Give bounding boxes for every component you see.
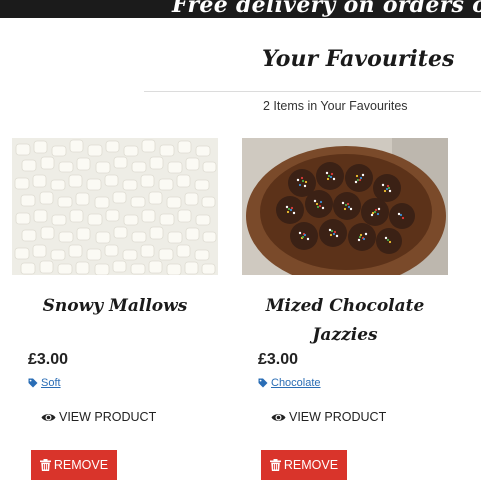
eye-icon: [271, 413, 286, 421]
product-name[interactable]: Snowy Mallows: [12, 292, 218, 348]
product-image-mized-chocolate-jazzies[interactable]: [242, 138, 448, 275]
favourites-count: 2 Items in Your Favourites: [263, 99, 408, 113]
product-price: £3.00: [28, 351, 69, 368]
product-name[interactable]: Mized Chocolate Jazzies: [242, 292, 448, 348]
promo-banner-text: Free delivery on orders over £: [172, 0, 481, 18]
view-product-link[interactable]: VIEW PRODUCT: [271, 410, 386, 424]
product-tag-label[interactable]: Soft: [41, 377, 61, 389]
product-tag-label[interactable]: Chocolate: [271, 377, 321, 389]
product-tag-link[interactable]: Soft: [28, 377, 61, 389]
page-title: Your Favourites: [262, 46, 455, 72]
view-product-label[interactable]: VIEW PRODUCT: [289, 410, 386, 424]
view-product-link[interactable]: VIEW PRODUCT: [41, 410, 156, 424]
promo-banner: Free delivery on orders over £: [0, 0, 481, 18]
product-price: £3.00: [258, 351, 299, 368]
remove-button[interactable]: REMOVE: [261, 450, 347, 480]
remove-label[interactable]: REMOVE: [54, 458, 108, 472]
marshmallow-photo-icon: [12, 138, 218, 275]
product-card: Mized Chocolate Jazzies £3.00 Chocolate …: [242, 138, 448, 480]
trash-icon: [39, 459, 51, 471]
eye-icon: [41, 413, 56, 421]
remove-button[interactable]: REMOVE: [31, 450, 117, 480]
chocolate-jazzies-photo-icon: [242, 138, 448, 275]
product-image-snowy-mallows[interactable]: [12, 138, 218, 275]
trash-icon: [269, 459, 281, 471]
view-product-label[interactable]: VIEW PRODUCT: [59, 410, 156, 424]
tag-icon: [28, 378, 38, 388]
tag-icon: [258, 378, 268, 388]
product-tag-link[interactable]: Chocolate: [258, 377, 321, 389]
title-divider: [144, 91, 481, 92]
product-card: Snowy Mallows £3.00 Soft VIEW PRODUCT RE…: [12, 138, 218, 480]
remove-label[interactable]: REMOVE: [284, 458, 338, 472]
